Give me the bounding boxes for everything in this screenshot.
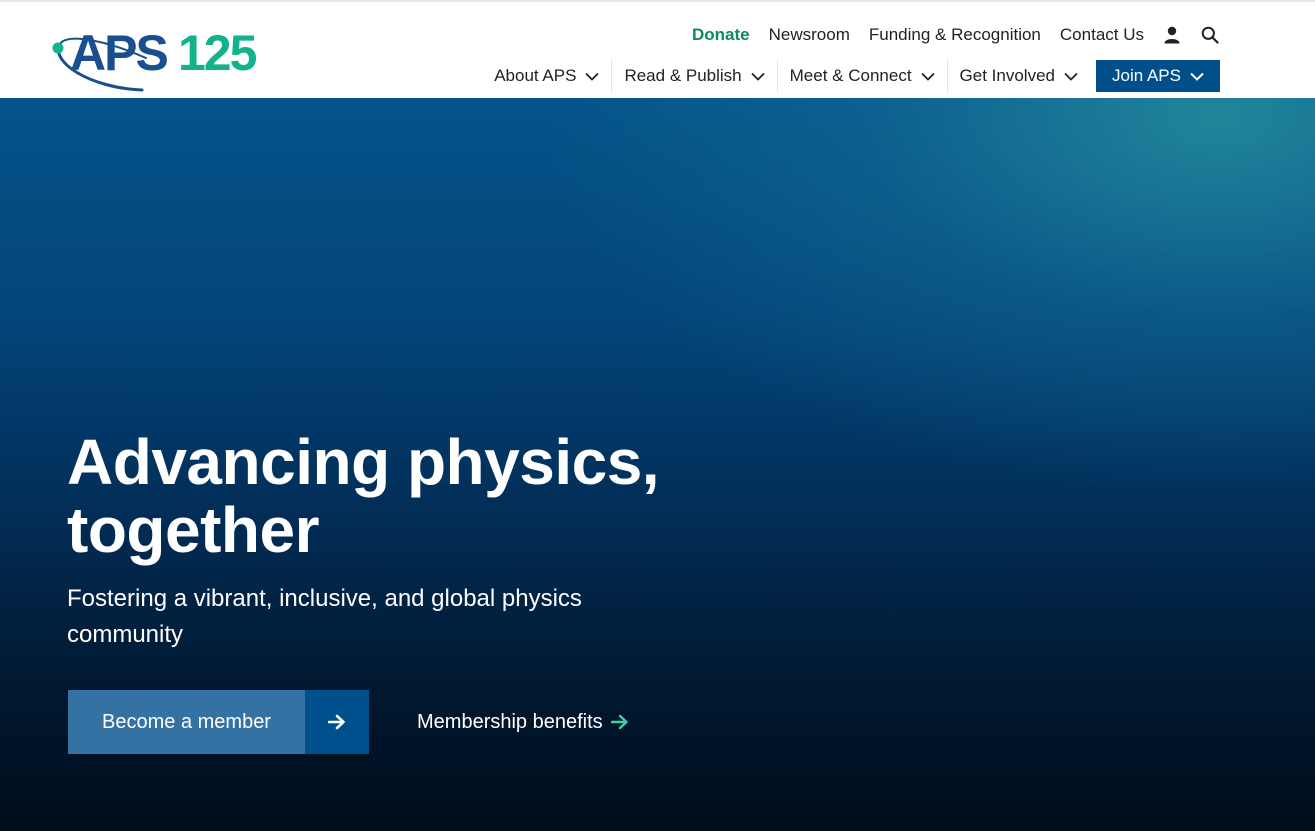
utility-nav: Donate Newsroom Funding & Recognition Co… [692, 24, 1220, 46]
hero-subtitle-line2: community [67, 621, 184, 648]
nav-about-aps[interactable]: About APS [482, 60, 611, 92]
join-aps-label: Join APS [1112, 66, 1181, 85]
main-nav: About APS Read & Publish Meet & Connect … [482, 60, 1220, 92]
donate-link[interactable]: Donate [692, 25, 750, 45]
hero-subtitle-line1: Fostering a vibrant, inclusive, and glob… [67, 585, 582, 612]
contact-us-link[interactable]: Contact Us [1060, 25, 1144, 45]
chevron-down-icon [920, 72, 935, 81]
newsroom-link[interactable]: Newsroom [769, 25, 850, 45]
site-header: APS 125 Donate Newsroom Funding & Recogn… [0, 0, 1315, 98]
chevron-down-icon [1190, 72, 1204, 81]
arrow-right-icon[interactable] [305, 690, 369, 754]
nav-read-publish[interactable]: Read & Publish [611, 60, 776, 92]
hero-title-line1: Advancing physics, [67, 426, 660, 498]
chevron-down-icon [1064, 72, 1078, 81]
funding-recognition-link[interactable]: Funding & Recognition [869, 25, 1041, 45]
hero-title: Advancing physics, together [67, 428, 767, 564]
aps-logo[interactable]: APS 125 [50, 22, 280, 96]
chevron-down-icon [585, 72, 600, 81]
join-aps-button[interactable]: Join APS [1096, 60, 1220, 92]
nav-meet-connect[interactable]: Meet & Connect [776, 60, 947, 92]
hero-title-line2: together [67, 494, 320, 566]
nav-about-aps-label: About APS [494, 66, 577, 85]
become-member-label[interactable]: Become a member [68, 690, 305, 754]
arrow-right-icon [610, 714, 629, 730]
hero-subtitle: Fostering a vibrant, inclusive, and glob… [67, 581, 667, 653]
logo-text-125: 125 [178, 25, 257, 81]
user-icon[interactable] [1162, 25, 1182, 45]
hero-section: Advancing physics, together Fostering a … [0, 98, 1315, 831]
membership-benefits-label: Membership benefits [417, 710, 603, 733]
membership-benefits-link[interactable]: Membership benefits [417, 708, 629, 736]
nav-read-publish-label: Read & Publish [624, 66, 742, 85]
aps125-logo-icon: APS 125 [52, 25, 259, 92]
nav-get-involved-label: Get Involved [959, 66, 1055, 85]
chevron-down-icon [751, 72, 765, 81]
search-icon[interactable] [1200, 25, 1220, 45]
nav-get-involved[interactable]: Get Involved [946, 60, 1090, 92]
nav-meet-connect-label: Meet & Connect [789, 66, 912, 85]
logo-text-aps: APS [70, 25, 167, 81]
become-member-button[interactable]: Become a member [68, 690, 369, 754]
